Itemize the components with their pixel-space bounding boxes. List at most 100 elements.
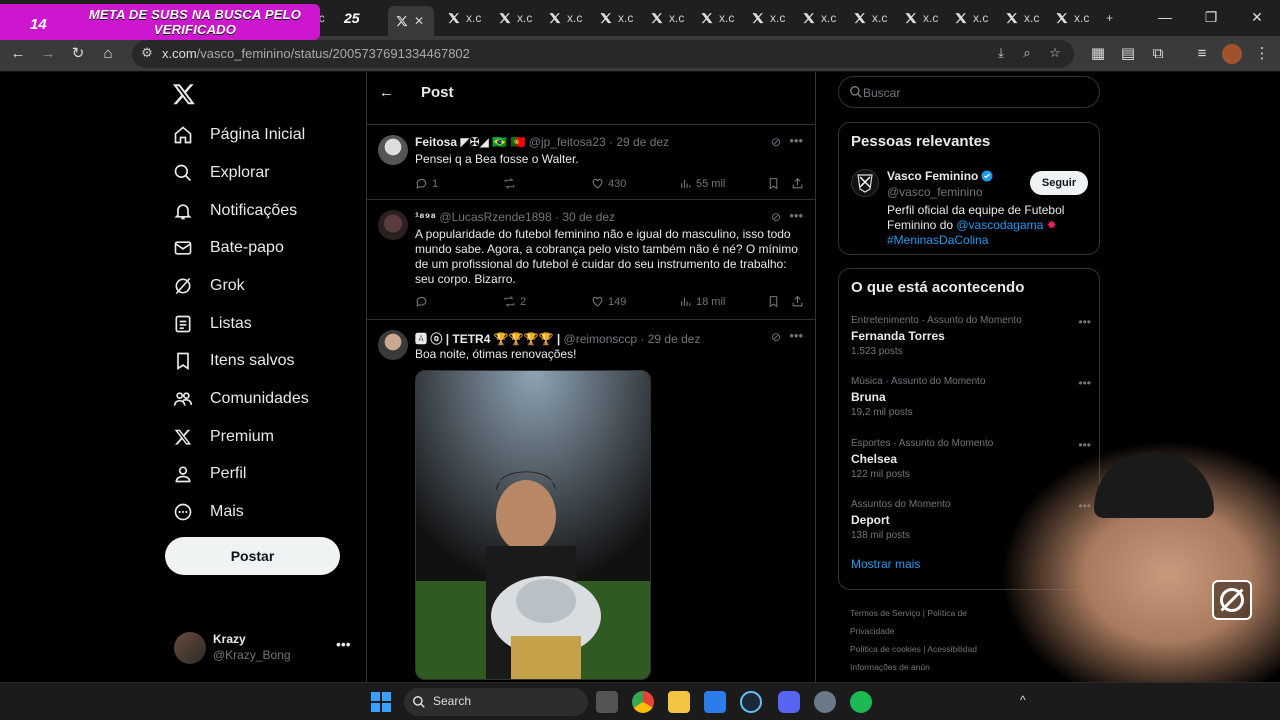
browser-tab[interactable]: x.c [998, 6, 1047, 30]
hashtag-link[interactable]: #MeninasDaColina [887, 233, 988, 247]
nav-item-profile[interactable]: Perfil [172, 459, 246, 489]
avatar[interactable] [378, 330, 408, 360]
bookmark-button[interactable] [767, 295, 780, 308]
like-button[interactable]: 430 [591, 177, 626, 190]
menu-icon[interactable]: ⋮ [1252, 44, 1272, 64]
maximize-icon[interactable]: ❐ [1188, 0, 1234, 34]
tweet[interactable]: ¹⁸⁹⁸ @LucasRzende1898 · 30 de dez ⊘ ••• … [367, 200, 815, 320]
task-view-icon[interactable] [596, 691, 618, 713]
browser-tab[interactable]: x.c [541, 6, 590, 30]
views-button[interactable]: 55 mil [679, 177, 725, 190]
zoom-icon[interactable]: ⌕ [1018, 45, 1036, 63]
accessibility-link[interactable]: Acessibilidad [927, 644, 977, 654]
puzzle-icon[interactable]: ⧉ [1148, 44, 1168, 64]
nav-item-communities[interactable]: Comunidades [172, 384, 309, 414]
reply-button[interactable] [415, 295, 432, 308]
share-button[interactable] [791, 295, 804, 308]
nav-item-bookmarks[interactable]: Itens salvos [172, 346, 294, 376]
new-tab-button[interactable]: + [1098, 6, 1121, 30]
nav-item-lists[interactable]: Listas [172, 309, 252, 339]
nav-item-notifications[interactable]: Notificações [172, 196, 297, 226]
retweet-button[interactable] [503, 177, 520, 190]
tweet[interactable]: Feitosa ◤✠◢ 🇧🇷 🇵🇹 @jp_feitosa23 · 29 de … [367, 125, 815, 200]
grok-icon[interactable]: ⊘ [771, 135, 781, 149]
url-bar[interactable]: ⚙ x.com/vasco_feminino/status/2005737691… [132, 40, 1074, 68]
nav-item-messages[interactable]: Bate-papo [172, 233, 284, 263]
extension-icon[interactable]: ▤ [1118, 44, 1138, 64]
more-icon[interactable]: ••• [1078, 315, 1091, 329]
browser-tab[interactable]: x.c [592, 6, 641, 30]
file-explorer-icon[interactable] [668, 691, 690, 713]
trend-item[interactable]: Música · Assunto do Momento Bruna 19,2 m… [851, 376, 1091, 418]
close-window-icon[interactable]: ✕ [1234, 0, 1280, 34]
nav-item-premium[interactable]: Premium [172, 422, 274, 452]
post-button[interactable]: Postar [165, 537, 340, 575]
browser-tab[interactable]: x.c [491, 6, 540, 30]
tab-close-icon[interactable]: ✕ [414, 14, 424, 28]
discord-icon[interactable] [778, 691, 800, 713]
more-icon[interactable]: ••• [789, 133, 803, 148]
trend-item[interactable]: Entretenimento · Assunto do Momento Fern… [851, 315, 1091, 357]
back-arrow-icon[interactable]: ← [379, 84, 394, 101]
home-icon[interactable]: ⌂ [98, 44, 118, 64]
browser-tab[interactable]: x.c [693, 6, 742, 30]
store-icon[interactable] [704, 691, 726, 713]
browser-tab[interactable]: x.c [1048, 6, 1097, 30]
tray-chevron-icon[interactable]: ^ [1020, 693, 1026, 707]
search-input[interactable] [863, 84, 1083, 101]
back-arrow-icon[interactable]: ← [8, 44, 28, 64]
views-button[interactable]: 18 mil [679, 295, 725, 308]
grok-icon[interactable]: ⊘ [771, 330, 781, 344]
windows-start-icon[interactable] [370, 691, 392, 713]
browser-tab[interactable]: x.c [795, 6, 844, 30]
avatar[interactable] [378, 135, 408, 165]
x-logo-icon[interactable] [172, 82, 196, 106]
settings-icon[interactable] [814, 691, 836, 713]
browser-tab[interactable]: x.c [744, 6, 793, 30]
spotify-icon[interactable] [850, 691, 872, 713]
account-switcher[interactable]: Krazy @Krazy_Bong ••• [174, 632, 354, 668]
browser-tab[interactable]: x.c [440, 6, 489, 30]
active-browser-tab[interactable]: ✕ [388, 6, 434, 36]
steam-icon[interactable] [740, 691, 762, 713]
browser-tab[interactable]: x.c [846, 6, 895, 30]
grok-icon[interactable]: ⊘ [771, 210, 781, 224]
more-icon[interactable]: ••• [336, 636, 351, 652]
ads-info-link[interactable]: Informações de anún [850, 662, 930, 672]
more-icon[interactable]: ••• [789, 328, 803, 343]
terms-link[interactable]: Termos de Serviço [850, 608, 920, 618]
tweet-photo[interactable] [415, 370, 651, 680]
more-icon[interactable]: ••• [1078, 376, 1091, 390]
like-button[interactable]: 149 [591, 295, 626, 308]
cookies-link[interactable]: Política de cookies [850, 644, 921, 654]
media-icon[interactable]: ≡ [1192, 44, 1212, 64]
reply-button[interactable]: 1 [415, 177, 438, 190]
browser-tab[interactable]: x.c [947, 6, 996, 30]
show-more-link[interactable]: Mostrar mais [851, 557, 920, 571]
profile-avatar[interactable] [1222, 44, 1242, 64]
mention-link[interactable]: @vascodagama [956, 218, 1043, 232]
avatar[interactable] [851, 169, 879, 197]
bookmark-button[interactable] [767, 177, 780, 190]
browser-tab[interactable]: x.c [643, 6, 692, 30]
retweet-button[interactable]: 2 [503, 295, 526, 308]
browser-tab[interactable]: x.c [897, 6, 946, 30]
nav-item-home[interactable]: Página Inicial [172, 120, 305, 150]
profile-name[interactable]: Vasco Feminino [887, 169, 993, 183]
forward-arrow-icon[interactable]: → [38, 44, 58, 64]
search-box[interactable] [838, 76, 1100, 108]
follow-button[interactable]: Seguir [1030, 171, 1088, 195]
avatar[interactable] [378, 210, 408, 240]
install-icon[interactable]: ⤓ [992, 45, 1010, 63]
reload-icon[interactable]: ↻ [68, 44, 88, 64]
nav-item-explore[interactable]: Explorar [172, 158, 270, 188]
minimize-icon[interactable]: — [1142, 0, 1188, 34]
taskbar-search[interactable]: Search [404, 688, 588, 716]
bookmark-star-icon[interactable]: ☆ [1046, 45, 1064, 63]
share-button[interactable] [791, 177, 804, 190]
tweet[interactable]: 🅰 ⓞ | TETR4 🏆🏆🏆🏆 | @reimonsccp · 29 de d… [367, 320, 815, 682]
extension-icon[interactable]: ▦ [1088, 44, 1108, 64]
chrome-icon[interactable] [632, 691, 654, 713]
site-info-icon[interactable]: ⚙ [138, 45, 156, 63]
more-icon[interactable]: ••• [789, 208, 803, 223]
